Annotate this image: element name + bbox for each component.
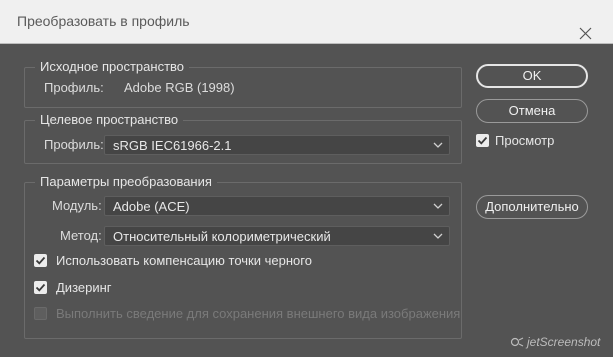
destination-profile-selected: sRGB IEC61966-2.1 bbox=[113, 138, 232, 153]
black-point-label: Использовать компенсацию точки черного bbox=[56, 253, 312, 268]
intent-label: Метод: bbox=[60, 228, 102, 243]
watermark-text: jetScreenshot bbox=[527, 335, 601, 349]
source-profile-value: Adobe RGB (1998) bbox=[124, 80, 235, 95]
convert-to-profile-dialog: Преобразовать в профиль Исходное простра… bbox=[0, 0, 613, 357]
intent-select[interactable]: Относительный колориметрический bbox=[104, 226, 450, 246]
destination-profile-select[interactable]: sRGB IEC61966-2.1 bbox=[104, 135, 450, 155]
flatten-label: Выполнить сведение для сохранения внешне… bbox=[56, 306, 461, 321]
close-button[interactable] bbox=[570, 18, 600, 48]
title-bar: Преобразовать в профиль bbox=[0, 0, 613, 44]
checkmark-icon bbox=[477, 136, 488, 145]
destination-space-legend: Целевое пространство bbox=[35, 112, 184, 128]
engine-label: Модуль: bbox=[52, 198, 102, 213]
preview-label: Просмотр bbox=[495, 133, 555, 148]
intent-selected: Относительный колориметрический bbox=[113, 229, 331, 244]
chevron-down-icon bbox=[433, 203, 443, 209]
source-profile-label: Профиль: bbox=[44, 80, 104, 95]
ok-button[interactable]: OK bbox=[476, 64, 588, 88]
chevron-down-icon bbox=[433, 233, 443, 239]
watermark: jetScreenshot bbox=[510, 335, 600, 349]
engine-selected: Adobe (ACE) bbox=[113, 199, 190, 214]
destination-space-group: Целевое пространство Профиль: sRGB IEC61… bbox=[24, 112, 462, 164]
close-icon bbox=[579, 27, 591, 39]
black-point-checkbox[interactable] bbox=[34, 254, 47, 267]
checkmark-icon bbox=[35, 256, 46, 265]
window-title: Преобразовать в профиль bbox=[17, 13, 190, 29]
preview-option[interactable]: Просмотр bbox=[476, 133, 586, 149]
advanced-button[interactable]: Дополнительно bbox=[476, 195, 588, 219]
camera-logo-icon bbox=[510, 337, 524, 347]
dither-option[interactable]: Дизеринг bbox=[34, 280, 154, 296]
conversion-options-legend: Параметры преобразования bbox=[35, 174, 217, 190]
dither-label: Дизеринг bbox=[56, 280, 112, 295]
flatten-option: Выполнить сведение для сохранения внешне… bbox=[34, 306, 460, 322]
checkmark-icon bbox=[35, 283, 46, 292]
source-space-group: Исходное пространство Профиль: Adobe RGB… bbox=[24, 59, 462, 108]
dither-checkbox[interactable] bbox=[34, 281, 47, 294]
source-space-legend: Исходное пространство bbox=[35, 59, 190, 75]
flatten-checkbox bbox=[34, 307, 47, 320]
preview-checkbox[interactable] bbox=[476, 134, 489, 147]
black-point-compensation-option[interactable]: Использовать компенсацию точки черного bbox=[34, 253, 334, 269]
cancel-button[interactable]: Отмена bbox=[476, 99, 588, 123]
conversion-options-group: Параметры преобразования Модуль: Adobe (… bbox=[24, 174, 462, 339]
destination-profile-label: Профиль: bbox=[44, 137, 104, 152]
engine-select[interactable]: Adobe (ACE) bbox=[104, 196, 450, 216]
chevron-down-icon bbox=[433, 142, 443, 148]
